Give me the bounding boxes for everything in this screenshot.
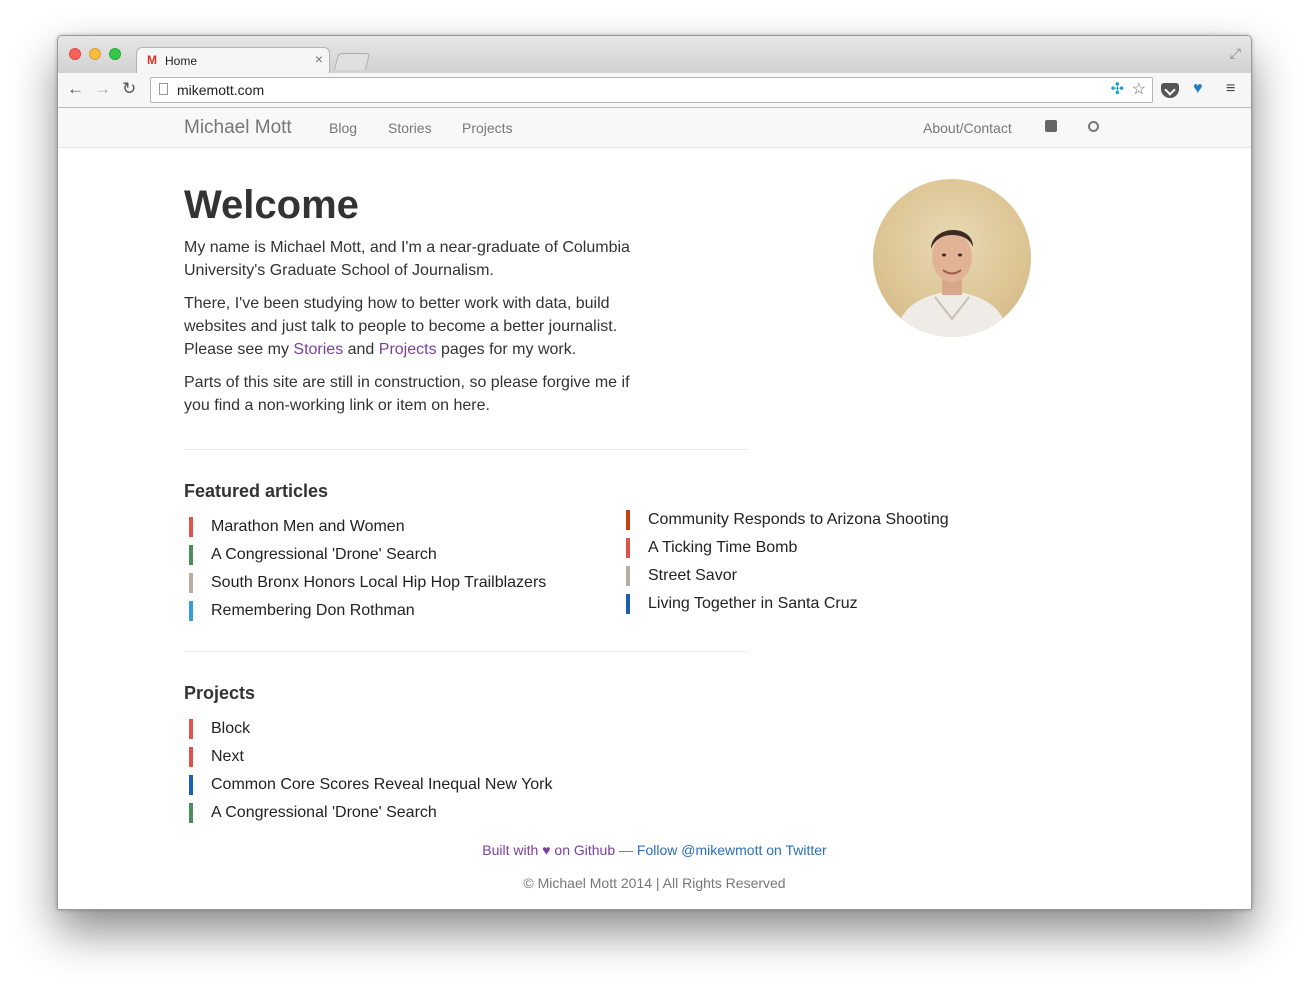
nav-about-contact[interactable]: About/Contact	[923, 120, 1012, 136]
gmail-icon: M	[147, 53, 157, 67]
reload-icon[interactable]: ↻	[122, 80, 136, 98]
color-bar	[189, 601, 193, 621]
extension-icon[interactable]: ✣	[1111, 81, 1124, 99]
tab-strip: M Home × ⤢	[58, 36, 1251, 73]
heart-icon: ♥	[542, 842, 551, 858]
color-bar	[189, 545, 193, 565]
color-bar	[626, 538, 630, 558]
color-bar	[189, 517, 193, 537]
tab-title: Home	[165, 54, 198, 68]
forward-icon[interactable]: →	[94, 80, 111, 98]
color-bar	[626, 594, 630, 614]
github-link[interactable]: Built with ♥ on Github	[482, 842, 615, 858]
browser-window: M Home × ⤢ ← → ↻ mikemott.com ✣ ☆ ♥ ≡ Mi…	[57, 35, 1252, 910]
featured-article-title[interactable]: South Bronx Honors Local Hip Hop Trailbl…	[211, 573, 546, 593]
page-title: Welcome	[184, 183, 359, 227]
pocket-icon[interactable]	[1161, 83, 1179, 98]
avatar	[873, 179, 1031, 337]
nav-blog[interactable]: Blog	[329, 120, 357, 136]
divider	[184, 449, 747, 450]
site-brand[interactable]: Michael Mott	[184, 117, 292, 139]
featured-article-title[interactable]: Remembering Don Rothman	[211, 601, 415, 621]
back-icon[interactable]: ←	[67, 80, 84, 98]
github-icon[interactable]	[1088, 121, 1099, 132]
minimize-window-button[interactable]	[89, 48, 101, 60]
copyright: © Michael Mott 2014 | All Rights Reserve…	[523, 875, 786, 891]
twitter-icon[interactable]	[1045, 120, 1057, 132]
featured-article-title[interactable]: A Ticking Time Bomb	[648, 538, 797, 558]
maximize-window-button[interactable]	[109, 48, 121, 60]
color-bar	[189, 719, 193, 739]
tab-home[interactable]: M Home ×	[136, 47, 330, 73]
color-bar	[189, 775, 193, 795]
color-bar	[189, 573, 193, 593]
color-bar	[626, 566, 630, 586]
page-viewport: Michael Mott Blog Stories Projects About…	[58, 108, 1251, 909]
close-tab-icon[interactable]: ×	[315, 52, 323, 66]
featured-article-title[interactable]: Marathon Men and Women	[211, 517, 405, 537]
built-prefix: Built with	[482, 842, 539, 858]
page-icon	[159, 83, 168, 95]
bookmark-star-icon[interactable]: ☆	[1132, 81, 1146, 99]
color-bar	[189, 803, 193, 823]
intro-paragraph-1: My name is Michael Mott, and I'm a near-…	[184, 239, 630, 279]
stories-link[interactable]: Stories	[293, 341, 343, 358]
footer-links: Built with ♥ on Github — Follow @mikewmo…	[58, 842, 1251, 858]
projects-heading: Projects	[184, 683, 256, 703]
intro-p2-mid: and	[343, 341, 379, 358]
project-title[interactable]: Block	[211, 719, 250, 739]
color-bar	[189, 747, 193, 767]
divider	[184, 651, 747, 652]
fullscreen-icon[interactable]: ⤢	[1230, 45, 1241, 62]
built-suffix: on Github	[554, 842, 616, 858]
intro-paragraph-2: There, I've been studying how to better …	[184, 292, 654, 361]
featured-article-title[interactable]: Living Together in Santa Cruz	[648, 594, 858, 614]
heart-extension-icon[interactable]: ♥	[1193, 80, 1203, 98]
featured-article-title[interactable]: Community Responds to Arizona Shooting	[648, 510, 949, 530]
projects-link[interactable]: Projects	[379, 341, 437, 358]
address-bar[interactable]: mikemott.com ✣ ☆	[150, 77, 1153, 103]
twitter-follow-link[interactable]: Follow @mikewmott on Twitter	[637, 842, 827, 858]
featured-article-title[interactable]: Street Savor	[648, 566, 737, 586]
url-text[interactable]: mikemott.com	[177, 82, 264, 98]
project-title[interactable]: A Congressional 'Drone' Search	[211, 803, 437, 823]
project-title[interactable]: Common Core Scores Reveal Inequal New Yo…	[211, 775, 553, 795]
close-window-button[interactable]	[69, 48, 81, 60]
featured-heading: Featured articles	[184, 481, 329, 501]
intro-paragraph-3: Parts of this site are still in construc…	[184, 374, 630, 414]
project-title[interactable]: Next	[211, 747, 244, 767]
color-bar	[626, 510, 630, 530]
new-tab-button[interactable]	[333, 53, 371, 70]
intro-p2-after: pages for my work.	[436, 341, 577, 358]
profile-photo	[895, 229, 1009, 337]
site-navbar: Michael Mott Blog Stories Projects About…	[58, 108, 1251, 148]
featured-article-title[interactable]: A Congressional 'Drone' Search	[211, 545, 437, 565]
footer-dash: —	[619, 842, 634, 858]
nav-projects[interactable]: Projects	[462, 120, 513, 136]
menu-icon[interactable]: ≡	[1226, 80, 1235, 98]
intro-text: My name is Michael Mott, and I'm a near-…	[184, 236, 654, 427]
nav-stories[interactable]: Stories	[388, 120, 432, 136]
browser-toolbar: ← → ↻ mikemott.com ✣ ☆ ♥ ≡	[58, 73, 1251, 108]
